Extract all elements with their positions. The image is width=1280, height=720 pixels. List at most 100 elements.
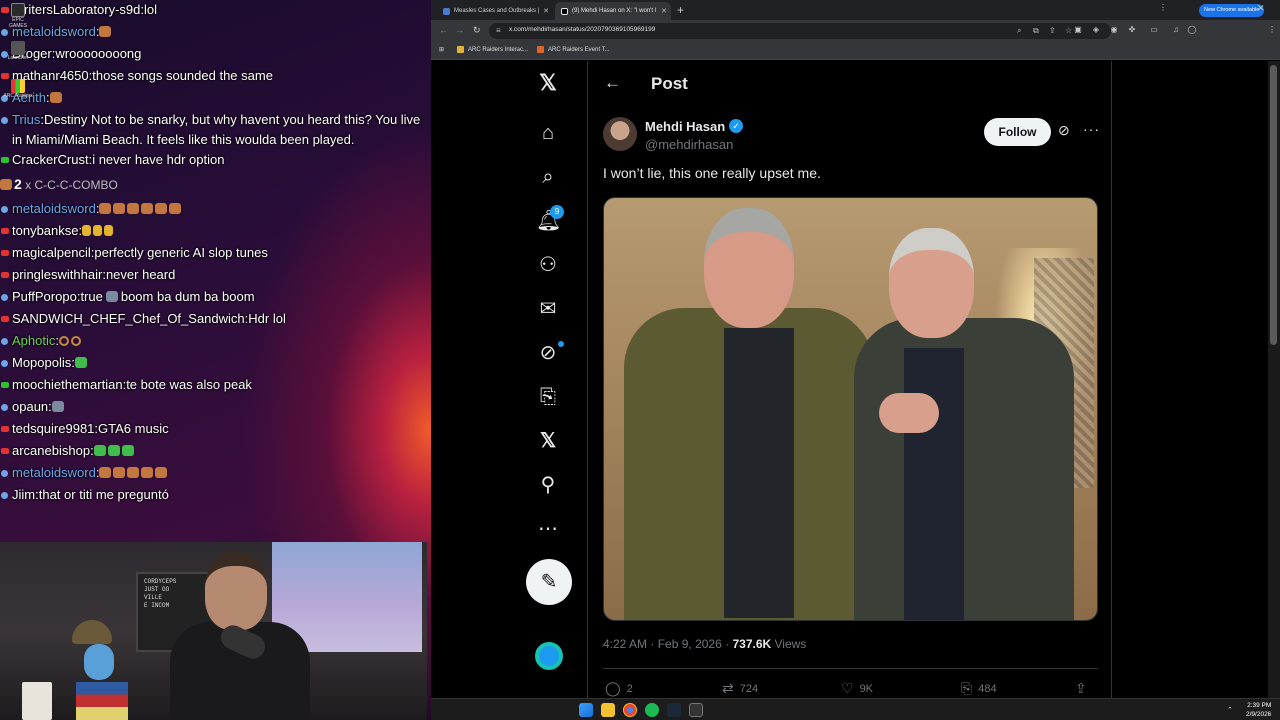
- messages-icon[interactable]: ✉: [536, 297, 560, 321]
- windows-start-icon[interactable]: [579, 703, 593, 717]
- chat-message: Mopopolis:: [0, 353, 431, 375]
- x-logo-icon[interactable]: 𝕏: [536, 71, 560, 95]
- tab-measles[interactable]: Measles Cases and Outbreaks | ✕: [437, 2, 553, 20]
- extension-icon[interactable]: ▣: [1073, 25, 1083, 35]
- repost-button[interactable]: ⇄ 724: [722, 680, 758, 697]
- webcam-plush: [84, 644, 114, 680]
- chat-username[interactable]: pringleswithhair: [12, 267, 102, 282]
- follow-icon[interactable]: ⚇: [536, 253, 560, 277]
- url-text[interactable]: x.com/mehdirhasan/status/202079036910596…: [509, 26, 655, 33]
- back-arrow-icon[interactable]: ←: [604, 73, 621, 93]
- chat-text: lol: [144, 2, 158, 17]
- chat-badge-icon: [1, 228, 9, 234]
- post-date[interactable]: Feb 9, 2026: [658, 637, 722, 651]
- forward-icon[interactable]: →: [455, 25, 464, 35]
- like-button[interactable]: ♡ 9K: [841, 680, 873, 697]
- bookmark-arc-raiders-interactive[interactable]: ARC Raiders Interac...: [457, 46, 528, 53]
- extensions-puzzle-icon[interactable]: ✜: [1127, 25, 1137, 35]
- apps-grid-icon[interactable]: ⊞: [439, 46, 444, 53]
- author-avatar[interactable]: [603, 117, 637, 151]
- bookmark-label: ARC Raiders Interac...: [468, 46, 529, 53]
- bookmark-star-icon[interactable]: ☆: [1065, 26, 1072, 35]
- premium-x-icon[interactable]: 𝕏: [536, 429, 560, 453]
- app-icon[interactable]: [689, 703, 703, 717]
- emote-icon: [59, 336, 69, 346]
- author-handle[interactable]: @mehdirhasan: [645, 137, 733, 152]
- profile-avatar-icon[interactable]: ◯: [1187, 25, 1197, 35]
- combo-count: 2: [14, 176, 22, 192]
- chat-text: wroooooooong: [55, 46, 142, 61]
- follow-button[interactable]: Follow: [984, 118, 1051, 146]
- install-icon[interactable]: ⧉: [1033, 26, 1039, 36]
- zoom-icon[interactable]: ⌕: [1017, 26, 1021, 36]
- chrome-menu-icon[interactable]: ⋮: [1159, 3, 1167, 12]
- scrollbar-thumb[interactable]: [1270, 65, 1277, 345]
- reload-icon[interactable]: ↻: [473, 25, 481, 36]
- post-image[interactable]: [603, 197, 1098, 621]
- chat-username[interactable]: PuffPoropo: [12, 289, 77, 304]
- close-icon[interactable]: ✕: [661, 7, 667, 15]
- chat-username[interactable]: metaloidsword: [12, 465, 96, 480]
- chat-username[interactable]: Mopopolis: [12, 355, 71, 370]
- chat-username[interactable]: metaloidsword: [12, 201, 96, 216]
- search-icon[interactable]: ⌕: [536, 165, 560, 189]
- chat-username[interactable]: CrackerCrust: [12, 152, 89, 167]
- new-chrome-available-button[interactable]: New Chrome available: [1199, 4, 1265, 17]
- more-icon[interactable]: ⋯: [536, 517, 560, 541]
- tab-mehdi-hasan[interactable]: (9) Mehdi Hasan on X: "I won't l ✕: [555, 2, 671, 20]
- sidebar-icon[interactable]: ▭: [1149, 25, 1159, 35]
- photo-person-right-shirt: [904, 348, 964, 620]
- close-icon[interactable]: ✕: [543, 7, 549, 15]
- steam-icon[interactable]: [667, 703, 681, 717]
- streamer-head: [205, 552, 267, 630]
- reply-button[interactable]: ◯ 2: [605, 680, 633, 697]
- extension-icon[interactable]: ◉: [1109, 25, 1119, 35]
- launcher-icon[interactable]: Launcher: [3, 38, 33, 76]
- page-scrollbar[interactable]: [1268, 61, 1280, 698]
- file-explorer-icon[interactable]: [601, 703, 615, 717]
- share-button[interactable]: ⇪: [1075, 680, 1093, 697]
- chat-username[interactable]: Aphotic: [12, 333, 55, 348]
- arc-raiders-icon[interactable]: ARC Raiders: [3, 76, 33, 114]
- more-options-icon[interactable]: ···: [1083, 121, 1100, 137]
- spotify-icon[interactable]: [645, 703, 659, 717]
- chat-username[interactable]: arcanebishop: [12, 443, 90, 458]
- extension-icon[interactable]: ◈: [1091, 25, 1101, 35]
- media-icon[interactable]: ♫: [1171, 25, 1181, 35]
- chat-username[interactable]: Trius: [12, 112, 40, 127]
- bookmark-icon: ⎘: [961, 680, 973, 696]
- chat-username[interactable]: tonybankse: [12, 223, 79, 238]
- emote-icon: [107, 445, 120, 456]
- chat-username[interactable]: moochiethemartian: [12, 377, 123, 392]
- tab-title: Measles Cases and Outbreaks |: [454, 8, 540, 14]
- bookmarks-icon[interactable]: ⎘: [536, 385, 560, 409]
- chat-message: pringleswithhair:never heard: [0, 265, 431, 287]
- address-bar[interactable]: ≡ x.com/mehdirhasan/status/2020790369105…: [489, 23, 1111, 39]
- system-clock[interactable]: 2:39 PM 2/9/2026: [1246, 701, 1271, 719]
- author-name[interactable]: Mehdi Hasan: [645, 119, 725, 134]
- close-window-icon[interactable]: ✕: [1257, 3, 1265, 14]
- tray-arrow-icon[interactable]: ⌃: [1227, 706, 1233, 714]
- chat-username[interactable]: Jiim: [12, 487, 35, 502]
- new-tab-button[interactable]: +: [677, 3, 684, 17]
- grok-icon[interactable]: ⊘: [536, 341, 560, 365]
- back-icon[interactable]: ←: [439, 25, 448, 35]
- grok-explain-icon[interactable]: ⊘: [1058, 122, 1070, 139]
- share-icon[interactable]: ⇪: [1049, 26, 1056, 35]
- chat-username[interactable]: tedsquire9981: [12, 421, 94, 436]
- epic-games-icon[interactable]: EPIC GAMES: [3, 0, 33, 38]
- bookmark-button[interactable]: ⎘ 484: [961, 680, 997, 697]
- chat-username[interactable]: magicalpencil: [12, 245, 91, 260]
- profile-icon[interactable]: ⚲: [536, 473, 560, 497]
- post-time[interactable]: 4:22 AM: [603, 637, 647, 651]
- chat-badge-icon: [1, 426, 9, 432]
- chat-username[interactable]: SANDWICH_CHEF_Chef_Of_Sandwich: [12, 311, 245, 326]
- chrome-icon[interactable]: [623, 703, 637, 717]
- home-icon[interactable]: ⌂: [536, 121, 560, 145]
- site-info-icon[interactable]: ≡: [496, 26, 501, 35]
- kebab-menu-icon[interactable]: ⋮: [1267, 25, 1277, 35]
- compose-post-button[interactable]: ✎: [526, 559, 572, 605]
- account-avatar-icon[interactable]: [535, 642, 563, 670]
- bookmark-arc-raiders-event[interactable]: ARC Raiders Event T...: [537, 46, 610, 53]
- chat-username[interactable]: opaun: [12, 399, 48, 414]
